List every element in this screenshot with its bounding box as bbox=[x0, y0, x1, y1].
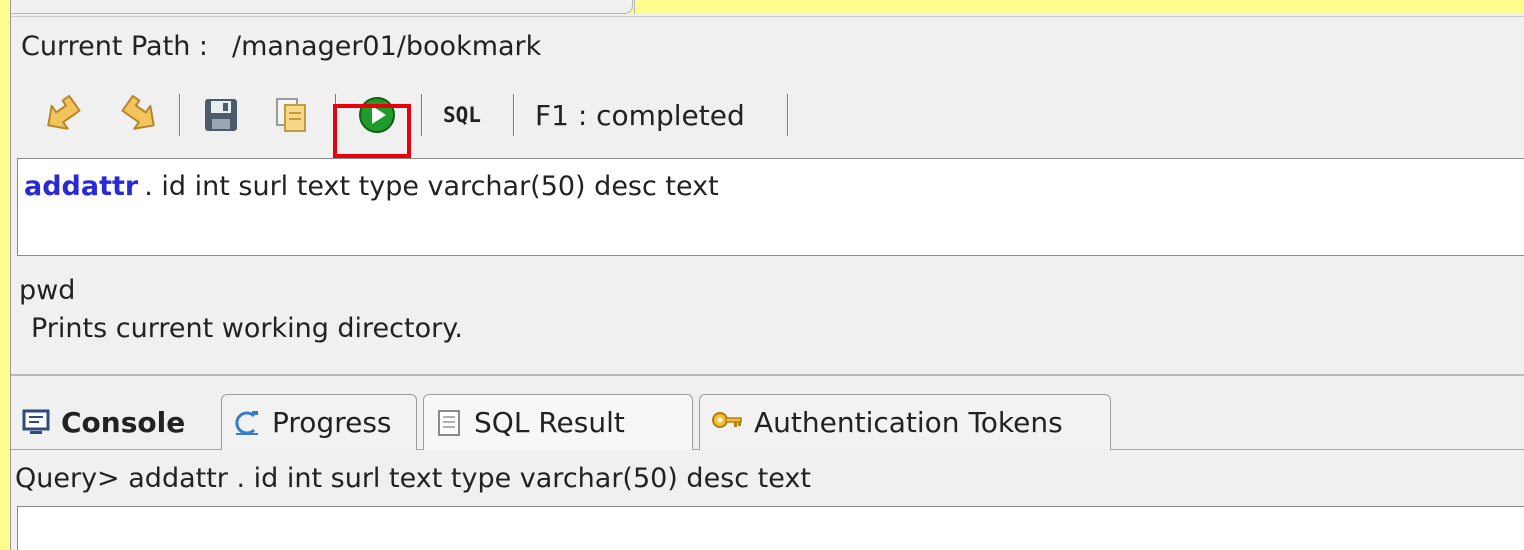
current-path: Current Path : /manager01/bookmark bbox=[11, 16, 1524, 76]
forward-arrow-icon bbox=[121, 95, 155, 130]
toolbar-separator bbox=[787, 94, 789, 136]
tab-authentication-tokens[interactable]: Authentication Tokens bbox=[699, 394, 1111, 450]
tab-sql-result[interactable]: SQL Result bbox=[423, 394, 693, 450]
save-button[interactable] bbox=[201, 84, 241, 146]
help-description: Prints current working directory. bbox=[31, 313, 463, 344]
toolbar: SQL F1 : completed bbox=[11, 84, 1524, 146]
top-tab-edge-inner bbox=[331, 0, 635, 14]
back-button[interactable] bbox=[41, 84, 87, 146]
query-text: Query> addattr . id int surl text type v… bbox=[15, 463, 811, 494]
result-area[interactable] bbox=[17, 506, 1524, 550]
command-editor[interactable]: addattr. id int surl text type varchar(5… bbox=[17, 158, 1524, 256]
tab-progress[interactable]: Progress bbox=[221, 394, 417, 450]
key-icon bbox=[710, 408, 744, 438]
current-path-value: /manager01/bookmark bbox=[231, 31, 542, 62]
copy-icon bbox=[276, 98, 306, 132]
back-arrow-icon bbox=[47, 95, 81, 130]
sql-button[interactable]: SQL bbox=[443, 84, 481, 146]
tab-console[interactable]: Console bbox=[11, 394, 215, 450]
tab-authentication-tokens-label: Authentication Tokens bbox=[754, 406, 1063, 439]
sql-result-icon bbox=[434, 408, 464, 438]
copy-button[interactable] bbox=[271, 84, 311, 146]
editor-keyword: addattr bbox=[24, 171, 139, 202]
console-icon bbox=[21, 407, 51, 437]
bottom-tabs: Console Progress SQL Result Authenticati… bbox=[11, 386, 1524, 450]
sql-label: SQL bbox=[443, 103, 481, 127]
tab-progress-label: Progress bbox=[272, 406, 392, 439]
status-text: F1 : completed bbox=[535, 98, 745, 132]
progress-icon bbox=[232, 408, 262, 438]
editor-text: . id int surl text type varchar(50) desc… bbox=[144, 171, 719, 202]
toolbar-separator bbox=[179, 94, 181, 136]
top-tab-strip bbox=[11, 0, 1524, 14]
tab-sql-result-label: SQL Result bbox=[474, 406, 625, 439]
status: F1 : completed bbox=[535, 84, 745, 146]
help-command: pwd bbox=[19, 275, 76, 306]
run-highlight-box bbox=[333, 104, 411, 158]
toolbar-separator bbox=[513, 94, 515, 136]
current-path-label: Current Path : bbox=[21, 31, 208, 62]
help-panel: pwd Prints current working directory. bbox=[19, 272, 1519, 348]
save-icon bbox=[205, 99, 237, 131]
toolbar-separator bbox=[421, 94, 423, 136]
editor-panel: Current Path : /manager01/bookmark SQL F1… bbox=[10, 0, 1524, 550]
panel-divider bbox=[11, 374, 1524, 376]
tab-console-label: Console bbox=[61, 405, 186, 439]
forward-button[interactable] bbox=[115, 84, 161, 146]
